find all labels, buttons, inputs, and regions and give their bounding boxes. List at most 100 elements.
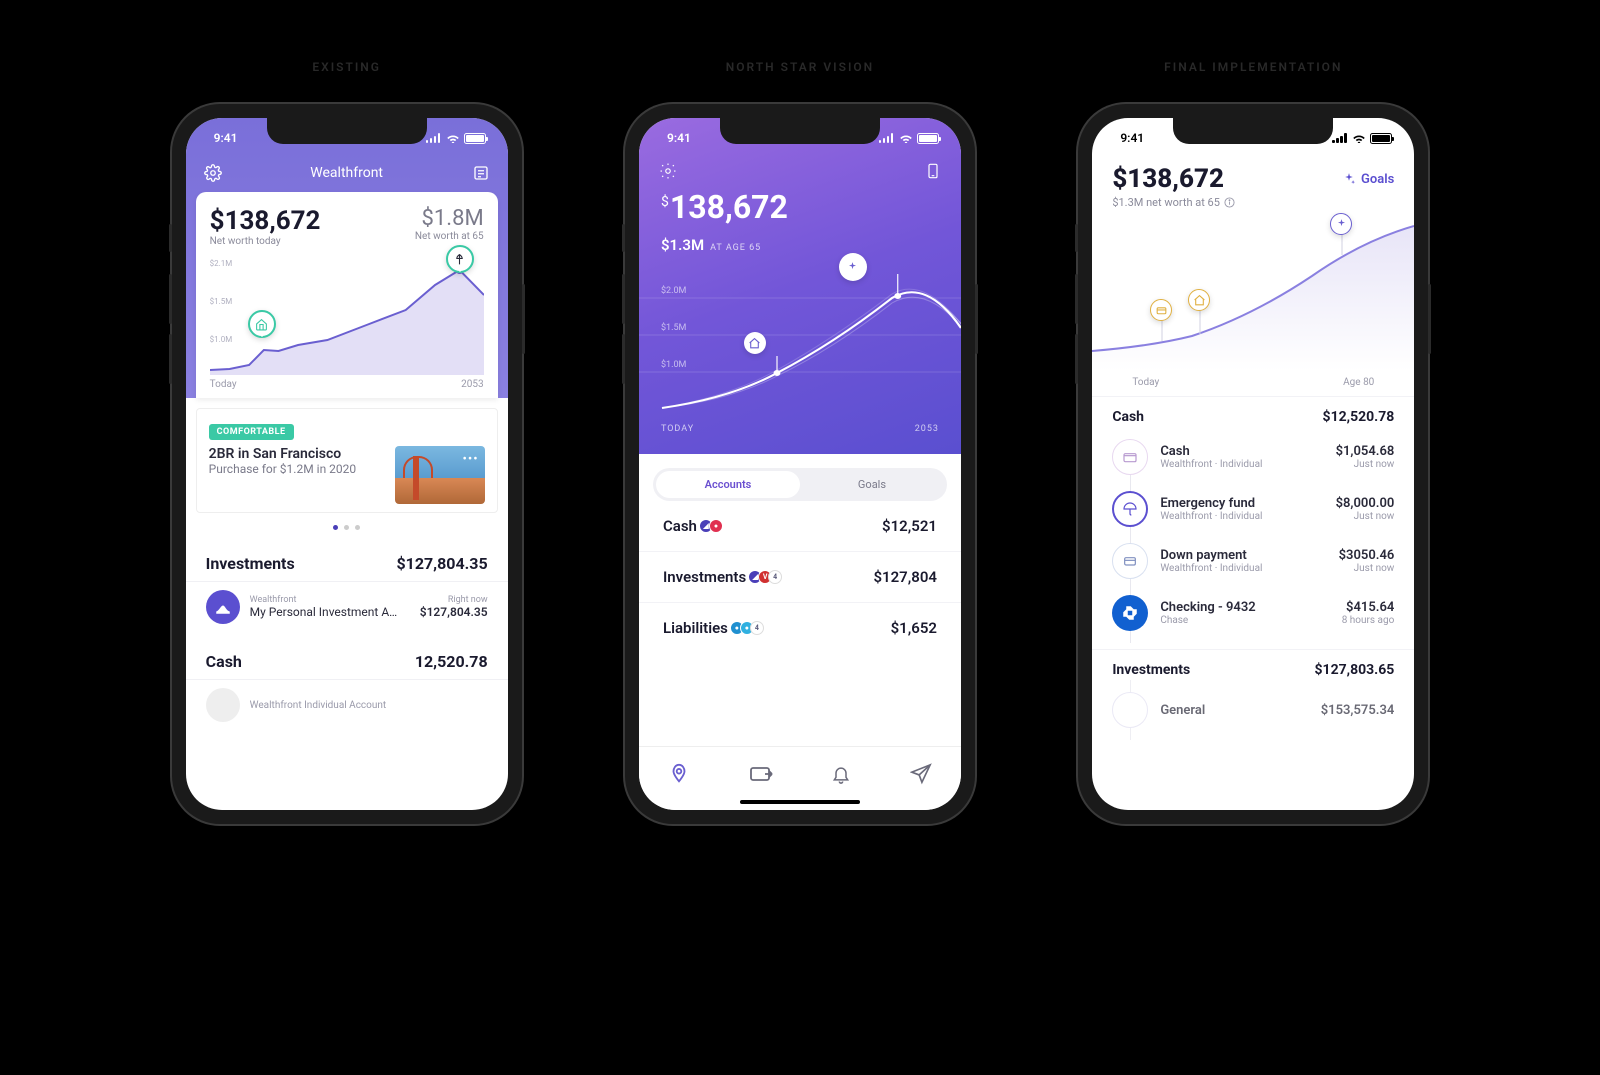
battery-icon: [1370, 133, 1392, 144]
segment-control[interactable]: Accounts Goals: [653, 468, 947, 501]
card-icon: [1112, 543, 1148, 579]
cell-signal-icon: [879, 133, 895, 143]
account-name: Cash: [1160, 444, 1323, 459]
more-icon[interactable]: •••: [462, 452, 478, 467]
account-row-cash[interactable]: CashWealthfront · Individual $1,054.68Ju…: [1092, 431, 1414, 483]
wallet-icon: [1112, 439, 1148, 475]
chart-x-end: 2053: [915, 424, 939, 434]
chart-x-start: Today: [210, 379, 237, 390]
section-value: $12,520.78: [1323, 409, 1395, 425]
goal-card[interactable]: COMFORTABLE 2BR in San Francisco Purchas…: [196, 408, 498, 513]
tab-send-icon[interactable]: [910, 763, 932, 785]
account-updated: Right now: [420, 595, 488, 605]
summary-row-liabilities[interactable]: Liabilities ● ● 4 $1,652: [639, 603, 961, 653]
section-cash[interactable]: Cash 12,520.78: [186, 640, 508, 679]
account-sub: Chase: [1160, 615, 1329, 626]
projection-chart[interactable]: [1092, 221, 1414, 371]
goal-subtitle: Purchase for $1.2M in 2020: [209, 462, 385, 476]
account-name: My Personal Investment Ac...: [250, 605, 400, 619]
account-value: $415.64: [1342, 600, 1395, 615]
section-label: Cash: [206, 652, 242, 671]
row-value: $12,521: [882, 517, 937, 535]
summary-row-investments[interactable]: Investments ◢ V 4 $127,804: [639, 552, 961, 603]
section-label: Investments: [1112, 662, 1190, 678]
section-label: Investments: [206, 554, 295, 573]
chart-x-start: TODAY: [661, 424, 694, 434]
home-indicator: [740, 800, 860, 804]
status-time: 9:41: [214, 131, 238, 145]
account-row-general[interactable]: General $153,575.34: [1092, 684, 1414, 736]
section-cash[interactable]: Cash $12,520.78: [1092, 396, 1414, 431]
account-icon: [1112, 692, 1148, 728]
goal-marker-retirement[interactable]: [446, 245, 474, 273]
tab-transfer-icon[interactable]: [749, 765, 773, 783]
account-row-emergency[interactable]: Emergency fundWealthfront · Individual $…: [1092, 483, 1414, 535]
settings-icon[interactable]: [659, 162, 677, 180]
projection-chart[interactable]: $2.1M $1.5M $1.0M: [210, 255, 484, 375]
account-row-downpayment[interactable]: Down paymentWealthfront · Individual $30…: [1092, 535, 1414, 587]
net-worth-subtitle: $1.3M net worth at 65: [1112, 196, 1220, 209]
row-label: Cash: [663, 517, 697, 535]
info-icon[interactable]: [1224, 197, 1235, 208]
account-row-cash[interactable]: Wealthfront Individual Account: [186, 679, 508, 730]
column-title-final: FINAL IMPLEMENTATION: [1164, 60, 1342, 74]
segment-goals[interactable]: Goals: [800, 471, 944, 498]
account-value: $1,054.68: [1336, 444, 1395, 459]
wealthfront-logo-icon: [206, 590, 240, 624]
net-worth-65-label: Net worth at 65: [415, 231, 484, 242]
net-worth-today-value: $138,672: [210, 206, 321, 236]
wifi-icon: [446, 133, 460, 143]
account-name: Checking - 9432: [1160, 600, 1329, 615]
section-value: $127,803.65: [1315, 662, 1395, 678]
net-worth-today-label: Net worth today: [210, 236, 321, 247]
provider-count-badge: 4: [750, 621, 764, 635]
account-name: Down payment: [1160, 548, 1326, 563]
net-worth-value: 138,672: [670, 188, 788, 226]
goal-marker-home[interactable]: [248, 310, 276, 338]
account-updated: Just now: [1336, 511, 1395, 522]
segment-accounts[interactable]: Accounts: [656, 471, 800, 498]
account-icon: [206, 688, 240, 722]
battery-icon: [464, 133, 486, 144]
goals-link-label: Goals: [1361, 172, 1394, 187]
section-value: 12,520.78: [415, 652, 488, 671]
tab-notifications-icon[interactable]: [831, 763, 851, 785]
net-worth-display: $138,672: [639, 188, 961, 226]
account-updated: Just now: [1339, 563, 1395, 574]
wifi-icon: [899, 133, 913, 143]
page-indicator: [186, 513, 508, 542]
summary-row-cash[interactable]: Cash ◢ ● $12,521: [639, 501, 961, 552]
phone-frame-northstar: 9:41 $138,672 $1.3M AT AGE 65 $2.0M $1.5…: [625, 104, 975, 824]
account-name: Emergency fund: [1160, 496, 1323, 511]
goal-marker-sparkle[interactable]: [839, 253, 867, 281]
account-row-checking[interactable]: Checking - 9432Chase $415.648 hours ago: [1092, 587, 1414, 639]
goal-thumbnail: •••: [395, 446, 485, 504]
phone-icon[interactable]: [925, 162, 941, 180]
row-value: $1,652: [891, 619, 937, 637]
row-label: Investments: [663, 568, 746, 586]
account-updated: 8 hours ago: [1342, 615, 1395, 626]
goals-link[interactable]: Goals: [1342, 172, 1394, 187]
account-row-investment[interactable]: Wealthfront My Personal Investment Ac...…: [186, 581, 508, 632]
status-time: 9:41: [1120, 131, 1144, 145]
chase-logo-icon: [1112, 595, 1148, 631]
account-updated: Just now: [1336, 459, 1395, 470]
goal-marker-home[interactable]: [744, 332, 766, 354]
goal-title: 2BR in San Francisco: [209, 446, 385, 462]
status-time: 9:41: [667, 131, 691, 145]
battery-icon: [917, 133, 939, 144]
net-worth-value: $138,672: [1112, 164, 1224, 194]
tab-home-icon[interactable]: [668, 763, 690, 785]
account-sub: Wealthfront · Individual: [1160, 511, 1323, 522]
projection-chart[interactable]: $2.0M $1.5M $1.0M: [639, 268, 961, 418]
news-icon[interactable]: [472, 164, 490, 182]
account-value: $3050.46: [1339, 548, 1395, 563]
phone-frame-existing: 9:41 Wealthfront $138,672 Net worth toda…: [172, 104, 522, 824]
settings-icon[interactable]: [204, 164, 222, 182]
row-value: $127,804: [873, 568, 937, 586]
section-investments[interactable]: Investments $127,804.35: [186, 542, 508, 581]
account-sub: Wealthfront · Individual: [1160, 459, 1323, 470]
provider-count-badge: 4: [768, 570, 782, 584]
account-name: General: [1160, 703, 1308, 718]
section-investments[interactable]: Investments $127,803.65: [1092, 649, 1414, 684]
